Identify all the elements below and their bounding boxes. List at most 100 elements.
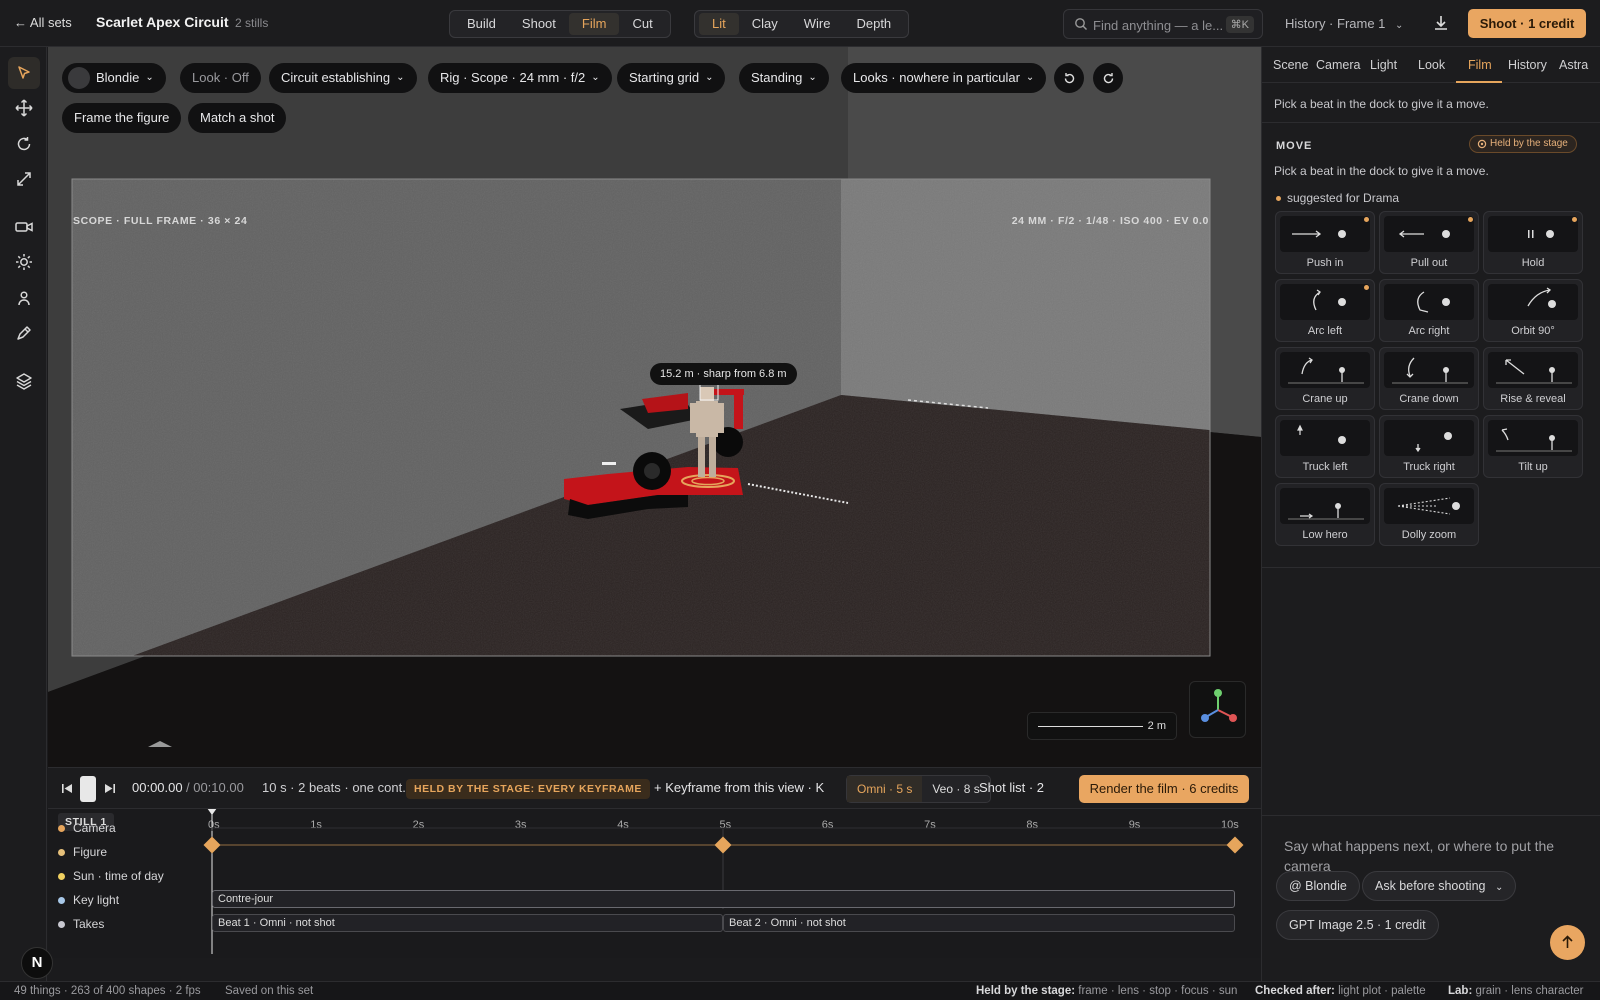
look-toggle[interactable]: Look · Off xyxy=(180,63,261,93)
tab-history[interactable]: History xyxy=(1508,58,1547,72)
chat-input[interactable]: Say what happens next, or where to put t… xyxy=(1284,836,1574,876)
app-badge[interactable]: N xyxy=(21,947,53,979)
layers-tool[interactable] xyxy=(8,365,40,397)
chat-composer: Say what happens next, or where to put t… xyxy=(1261,815,1600,981)
move-label: Tilt up xyxy=(1518,461,1548,473)
tab-film[interactable]: Film xyxy=(1468,58,1492,72)
shoot-button[interactable]: Shoot · 1 credit xyxy=(1468,9,1586,38)
play-button[interactable] xyxy=(80,776,96,802)
stills-count: 2 stills xyxy=(235,16,269,30)
tab-camera[interactable]: Camera xyxy=(1316,58,1360,72)
redo-button[interactable] xyxy=(1093,63,1123,93)
render-film-button[interactable]: Render the film · 6 credits xyxy=(1079,775,1249,803)
track-label: Figure xyxy=(73,845,108,859)
move-card-tilt-up[interactable]: Tilt up xyxy=(1483,415,1583,478)
figure-selector[interactable]: Blondie ⌄ xyxy=(62,63,166,93)
key-light-clip[interactable]: Contre-jour xyxy=(212,890,1235,908)
tab-scene[interactable]: Scene xyxy=(1273,58,1308,72)
light-tool[interactable] xyxy=(8,246,40,278)
track-sun[interactable]: Sun · time of day xyxy=(58,869,164,883)
track-key-light[interactable]: Key light xyxy=(58,893,119,907)
tab-look[interactable]: Look xyxy=(1418,58,1445,72)
suggested-label: suggested for Drama xyxy=(1287,191,1400,205)
move-preview xyxy=(1488,216,1578,252)
mode-cut[interactable]: Cut xyxy=(619,13,665,35)
skip-forward-icon[interactable] xyxy=(104,783,116,794)
mode-film[interactable]: Film xyxy=(568,13,620,35)
chevron-down-icon: ⌄ xyxy=(1494,882,1504,893)
undo-button[interactable] xyxy=(1054,63,1084,93)
move-tool[interactable] xyxy=(8,92,40,124)
move-card-truck-right[interactable]: Truck right xyxy=(1379,415,1479,478)
timeline[interactable]: STILL 1 0s 1s 2s 3s 4s 5s 6s 7s 8s 9s 10s Camera F… xyxy=(48,808,1261,958)
rig-selector[interactable]: Rig · Scope · 24 mm · f/2 ⌄ xyxy=(428,63,612,93)
measure-icon xyxy=(17,326,31,340)
download-icon[interactable] xyxy=(1432,14,1450,32)
engine-omni[interactable]: Omni · 5 s xyxy=(847,776,923,802)
history-dropdown[interactable]: History · Frame 1 ⌄ xyxy=(1285,16,1403,31)
move-card-dolly-zoom[interactable]: Dolly zoom xyxy=(1379,483,1479,546)
shot-selector[interactable]: Circuit establishing ⌄ xyxy=(269,63,417,93)
view-wire[interactable]: Wire xyxy=(791,13,844,35)
mode-build[interactable]: Build xyxy=(454,13,509,35)
shot-list-button[interactable]: Shot list · 2 xyxy=(979,780,1044,795)
add-keyframe-button[interactable]: + Keyframe from this view · K xyxy=(654,780,824,795)
tab-light[interactable]: Light xyxy=(1370,58,1397,72)
view-lit[interactable]: Lit xyxy=(699,13,739,35)
move-label: Dolly zoom xyxy=(1401,529,1457,541)
figure-tool[interactable] xyxy=(8,282,40,314)
track-dot xyxy=(58,920,65,928)
measure-tool[interactable] xyxy=(8,317,40,349)
move-label: Rise & reveal xyxy=(1500,393,1566,405)
gaze-selector[interactable]: Looks · nowhere in particular ⌄ xyxy=(841,63,1047,93)
move-card-orbit-90[interactable]: Orbit 90° xyxy=(1483,279,1583,342)
scale-tool[interactable] xyxy=(8,163,40,195)
move-card-pull-out[interactable]: Pull out xyxy=(1379,211,1479,274)
search-input[interactable]: Find anything — a le... ⌘K xyxy=(1063,9,1263,39)
move-card-truck-left[interactable]: Truck left xyxy=(1275,415,1375,478)
viewport[interactable]: Blondie ⌄ Look · Off Circuit establishin… xyxy=(48,47,1261,767)
move-card-crane-up[interactable]: Crane up xyxy=(1275,347,1375,410)
beat-hint: Pick a beat in the dock to give it a mov… xyxy=(1274,97,1489,111)
all-sets-link[interactable]: ← All sets xyxy=(14,15,72,30)
tab-astra[interactable]: Astra xyxy=(1559,58,1588,72)
track-figure[interactable]: Figure xyxy=(58,845,107,859)
rotate-tool[interactable] xyxy=(8,128,40,160)
camera-tool[interactable] xyxy=(8,211,40,243)
track-label: Key light xyxy=(73,893,120,907)
match-shot-button[interactable]: Match a shot xyxy=(188,103,287,133)
move-card-low-hero[interactable]: Low hero xyxy=(1275,483,1375,546)
scene-stats: 49 things · 263 of 400 shapes · 2 fps xyxy=(14,985,201,997)
move-preview xyxy=(1280,284,1370,320)
take-beat-2[interactable]: Beat 2 · Omni · not shot xyxy=(723,914,1235,932)
move-card-rise-reveal[interactable]: Rise & reveal xyxy=(1483,347,1583,410)
focus-tooltip: 15.2 m · sharp from 6.8 m xyxy=(650,363,797,385)
view-depth[interactable]: Depth xyxy=(843,13,904,35)
select-tool[interactable] xyxy=(8,57,40,89)
send-button[interactable] xyxy=(1550,925,1585,960)
move-card-crane-down[interactable]: Crane down xyxy=(1379,347,1479,410)
axis-gizmo[interactable] xyxy=(1189,681,1246,738)
chevron-down-icon: ⌄ xyxy=(591,72,600,83)
ask-mode-dropdown[interactable]: Ask before shooting ⌄ xyxy=(1362,871,1517,901)
rise-reveal-icon xyxy=(1496,359,1572,384)
track-camera[interactable]: Camera xyxy=(58,821,116,835)
pose-selector[interactable]: Standing ⌄ xyxy=(739,63,829,93)
position-selector[interactable]: Starting grid ⌄ xyxy=(617,63,726,93)
arrow-up-icon xyxy=(1562,935,1573,948)
model-selector[interactable]: GPT Image 2.5 · 1 credit xyxy=(1276,910,1439,940)
suggested-dot xyxy=(1364,285,1369,290)
mention-chip[interactable]: @ Blondie xyxy=(1276,871,1360,901)
move-card-arc-right[interactable]: Arc right xyxy=(1379,279,1479,342)
ask-mode-label: Ask before shooting xyxy=(1375,879,1486,893)
skip-back-icon[interactable] xyxy=(61,783,73,794)
frame-figure-button[interactable]: Frame the figure xyxy=(62,103,182,133)
move-card-arc-left[interactable]: Arc left xyxy=(1275,279,1375,342)
mode-shoot[interactable]: Shoot xyxy=(509,13,569,35)
move-card-hold[interactable]: Hold xyxy=(1483,211,1583,274)
track-takes[interactable]: Takes xyxy=(58,917,104,931)
divider xyxy=(1262,567,1600,568)
move-card-push-in[interactable]: Push in xyxy=(1275,211,1375,274)
view-clay[interactable]: Clay xyxy=(739,13,791,35)
take-beat-1[interactable]: Beat 1 · Omni · not shot xyxy=(212,914,723,932)
